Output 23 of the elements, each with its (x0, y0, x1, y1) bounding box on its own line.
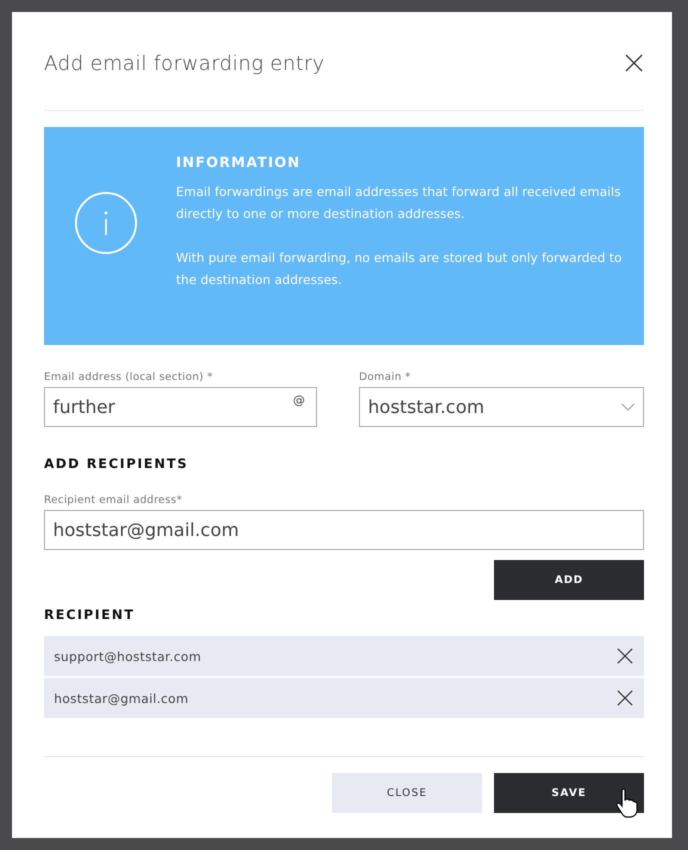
field-label: Email address (local section) * (44, 371, 214, 383)
hand-cursor-icon (616, 788, 638, 818)
recipient-email: support@hoststar.com (54, 648, 202, 664)
save-button[interactable]: SAVE (494, 773, 644, 813)
chevron-down-icon (621, 403, 635, 411)
dialog-title: Add email forwarding entry (44, 51, 325, 75)
recipient-email: hoststar@gmail.com (54, 690, 188, 706)
field-label: Domain * (359, 371, 412, 383)
info-heading: INFORMATION (176, 155, 302, 171)
info-text: With pure email forwarding, no emails are stored but only forwarded to the destination addresses. (176, 249, 623, 289)
add-button[interactable]: ADD (494, 560, 644, 600)
field-label: Recipient email address* (44, 494, 184, 506)
close-button[interactable]: CLOSE (332, 773, 482, 813)
domain-select[interactable]: hoststar.com (359, 387, 644, 427)
section-heading: RECIPIENT (44, 608, 136, 623)
at-suffix: @ (293, 393, 305, 407)
recipient-input-field[interactable]: hoststar@gmail.com (44, 510, 644, 550)
remove-button[interactable] (616, 689, 634, 707)
section-heading: ADD RECIPIENTS (44, 457, 190, 472)
remove-button[interactable] (616, 647, 634, 665)
close-icon[interactable] (624, 53, 644, 73)
info-icon (74, 191, 138, 255)
info-text: Email forwardings are email addresses that forward all received emails directly to one or more destination addresses. (176, 183, 622, 223)
